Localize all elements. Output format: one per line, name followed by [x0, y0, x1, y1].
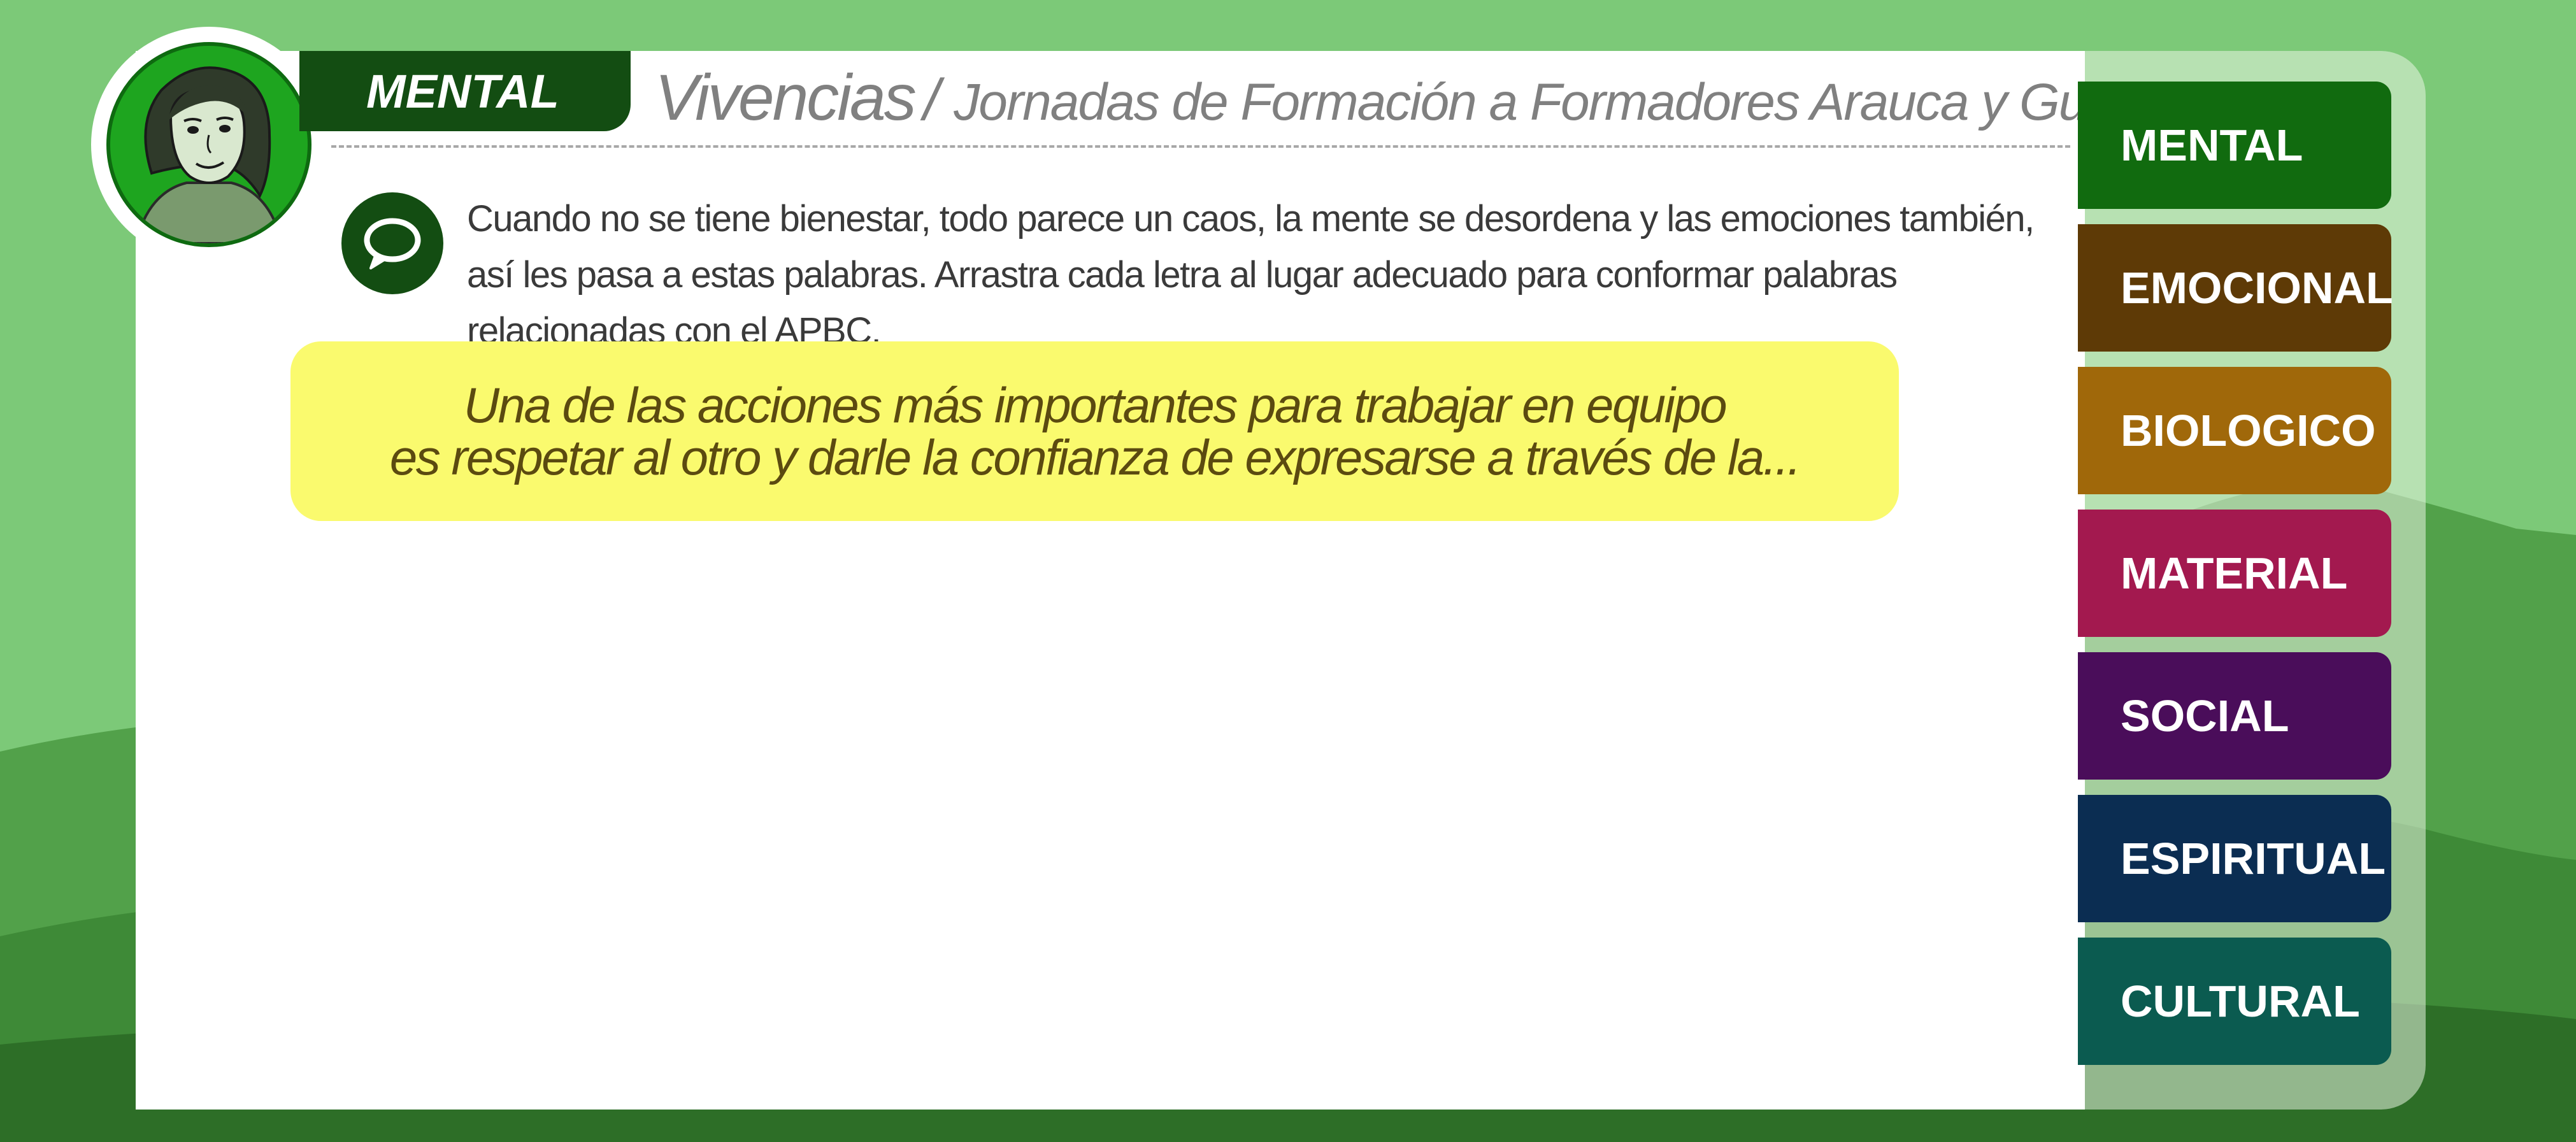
title-main: Vivencias [655, 61, 917, 134]
quote-line-2: es respetar al otro y darle la confianza… [389, 429, 1801, 485]
sidebar-item-social[interactable]: SOCIAL [2078, 652, 2391, 780]
sidebar-item-label: MENTAL [2121, 120, 2303, 170]
sidebar-item-label: BIOLOGICO [2121, 406, 2376, 455]
instruction-text: Cuando no se tiene bienestar, todo parec… [467, 198, 2035, 352]
category-tab-label: MENTAL [366, 64, 559, 118]
title-separator: / [923, 68, 940, 132]
quote-box: Una de las acciones más importantes para… [290, 341, 1899, 521]
sidebar-item-cultural[interactable]: CULTURAL [2078, 938, 2391, 1065]
sidebar-item-mental[interactable]: MENTAL [2078, 82, 2391, 209]
sidebar-item-label: SOCIAL [2121, 691, 2289, 741]
sidebar-item-label: CULTURAL [2121, 976, 2360, 1026]
sidebar-item-label: EMOCIONAL [2121, 263, 2393, 313]
page-title: Vivencias / Jornadas de Formación a Formad… [655, 61, 2222, 135]
title-subtitle: Jornadas de Formación a Formadores Arauc… [954, 73, 2222, 131]
sidebar-item-material[interactable]: MATERIAL [2078, 510, 2391, 637]
sidebar-item-emocional[interactable]: EMOCIONAL [2078, 224, 2393, 352]
sidebar-item-biologico[interactable]: BIOLOGICO [2078, 367, 2391, 494]
title-divider [331, 145, 2070, 148]
category-tab: MENTAL [299, 51, 631, 131]
sidebar-item-espiritual[interactable]: ESPIRITUAL [2078, 795, 2391, 922]
sidebar-item-label: MATERIAL [2121, 548, 2348, 598]
character-avatar-icon [106, 42, 311, 247]
quote-line-1: Una de las acciones más importantes para… [463, 377, 1728, 433]
chat-bubble-icon [341, 192, 443, 294]
sidebar-item-label: ESPIRITUAL [2121, 834, 2386, 883]
